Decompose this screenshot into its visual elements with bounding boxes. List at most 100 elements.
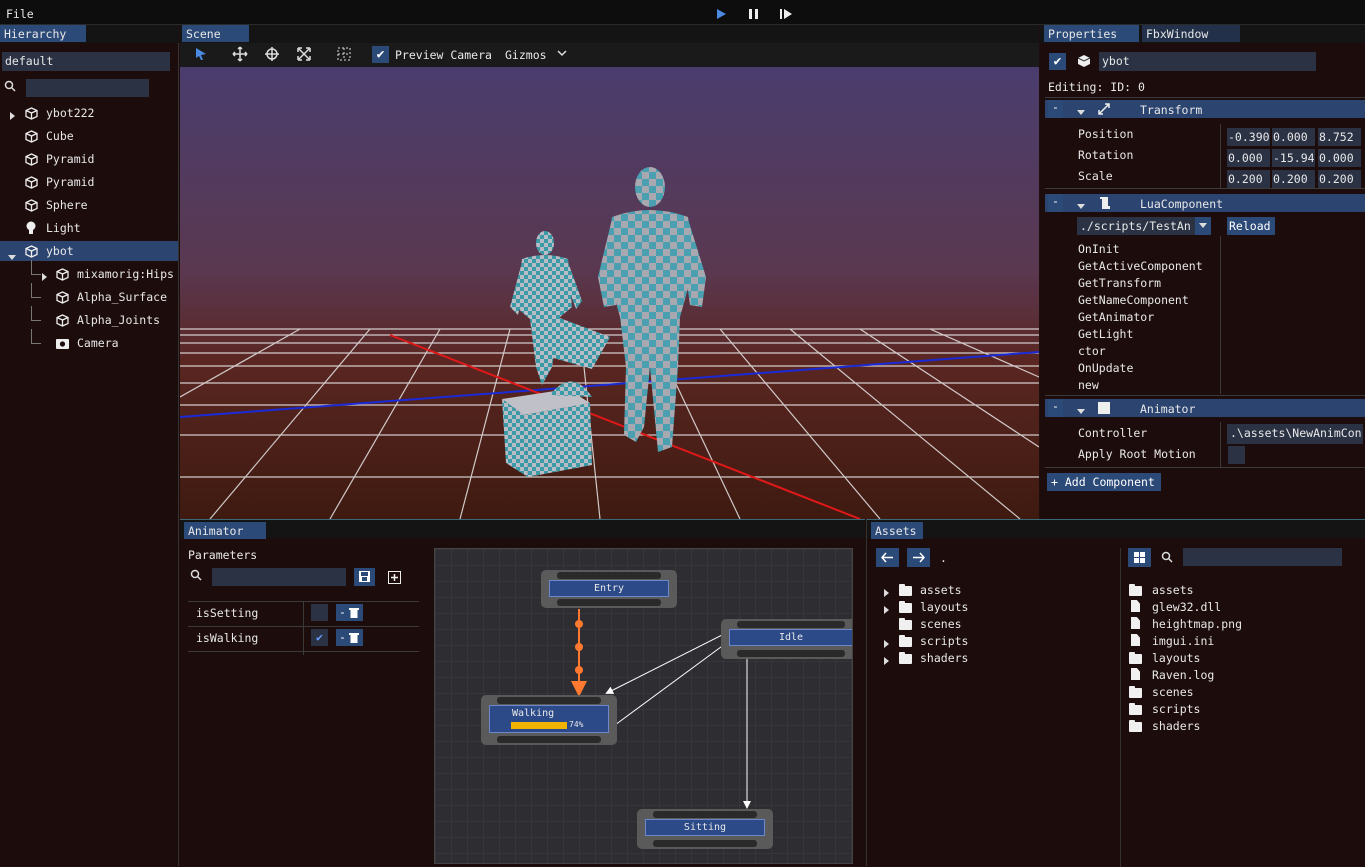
asset-tree-scenes[interactable]: scenes (881, 616, 1111, 632)
grid-view-icon[interactable] (1128, 548, 1151, 567)
scale-tool-icon[interactable] (296, 46, 312, 62)
transform-rotation-y[interactable]: -15.94 (1272, 149, 1315, 167)
chevron-down-icon[interactable] (557, 50, 567, 58)
object-active-checkbox[interactable]: ✔ (1049, 53, 1066, 70)
back-arrow-icon[interactable] (876, 548, 899, 567)
tab-hierarchy[interactable]: Hierarchy (0, 25, 86, 42)
tab-scene[interactable]: Scene (182, 25, 249, 42)
hierarchy-item-light[interactable]: Light (0, 218, 178, 238)
transform-icon (1098, 103, 1110, 115)
preview-camera-checkbox[interactable]: ✔ (372, 46, 389, 63)
transform-header[interactable] (1045, 100, 1365, 118)
asset-file-raven-log[interactable]: Raven.log (1129, 667, 1349, 683)
collapse-caret-icon[interactable] (8, 249, 16, 263)
transform-position-y[interactable]: 0.000 (1272, 128, 1315, 146)
select-tool-icon[interactable] (194, 47, 208, 61)
scene-name-field[interactable]: default (2, 52, 170, 71)
hierarchy-child-alpha-surface[interactable]: Alpha_Surface (0, 283, 178, 307)
hierarchy-item-sphere[interactable]: Sphere (0, 195, 178, 215)
asset-file-shaders[interactable]: shaders (1129, 718, 1349, 734)
expand-caret-icon[interactable] (884, 603, 889, 617)
controller-field[interactable]: .\assets\NewAnimCon (1227, 424, 1363, 444)
hierarchy-item-pyramid[interactable]: Pyramid (0, 172, 178, 192)
hierarchy-child-mixamorig-hips[interactable]: mixamorig:Hips (0, 260, 178, 284)
entry-node[interactable]: Entry (541, 570, 677, 608)
tab-properties[interactable]: Properties (1044, 25, 1139, 42)
asset-file-glew32-dll[interactable]: glew32.dll (1129, 599, 1349, 615)
transform-collapse-button[interactable]: - (1048, 100, 1063, 118)
hierarchy-child-alpha-joints[interactable]: Alpha_Joints (0, 306, 178, 330)
asset-tree-layouts[interactable]: layouts (881, 599, 1111, 615)
expand-caret-icon[interactable] (42, 270, 47, 284)
transform-scale-x[interactable]: 0.200 (1227, 170, 1270, 188)
animator-collapse-button[interactable]: - (1048, 399, 1063, 417)
save-icon[interactable] (354, 568, 375, 586)
expand-caret-icon[interactable] (884, 586, 889, 600)
pause-icon[interactable] (749, 9, 752, 19)
lua-collapse-button[interactable]: - (1048, 194, 1063, 212)
add-parameter-icon[interactable] (388, 571, 401, 584)
transform-position-z[interactable]: 8.752 (1318, 128, 1361, 146)
root-motion-checkbox[interactable] (1228, 446, 1245, 464)
folder-icon (899, 618, 912, 633)
param-iswalking-checkbox[interactable]: ✔ (311, 629, 328, 646)
param-issetting-checkbox[interactable] (311, 604, 328, 621)
asset-file-heightmap-png[interactable]: heightmap.png (1129, 616, 1349, 632)
controller-label: Controller (1078, 426, 1148, 440)
hierarchy-item-pyramid[interactable]: Pyramid (0, 149, 178, 169)
menu-bar: File (0, 0, 1365, 25)
lua-script-dropdown[interactable] (1195, 217, 1211, 235)
expand-caret-icon[interactable] (884, 637, 889, 651)
forward-arrow-icon[interactable] (907, 548, 930, 567)
sitting-node[interactable]: Sitting (637, 809, 773, 849)
asset-file-imgui-ini[interactable]: imgui.ini (1129, 633, 1349, 649)
hierarchy-item-cube[interactable]: Cube (0, 126, 178, 146)
transform-rotation-z[interactable]: 0.000 (1318, 149, 1361, 167)
walking-node[interactable]: Walking 74% (481, 695, 617, 745)
expand-caret-icon[interactable] (884, 654, 889, 668)
transform-rotation-x[interactable]: 0.000 (1227, 149, 1270, 167)
assets-panel: Assets . assets layouts scenes scripts shade… (866, 519, 1365, 867)
animator-expand-icon[interactable] (1077, 403, 1085, 417)
param-issetting-delete-button[interactable]: - (336, 604, 363, 621)
expand-caret-icon[interactable] (10, 109, 15, 123)
lua-function-getactivecomponent: GetActiveComponent (1078, 259, 1203, 273)
transform-scale-y[interactable]: 0.200 (1272, 170, 1315, 188)
reload-button[interactable]: Reload (1227, 217, 1275, 235)
hierarchy-search-input[interactable] (26, 79, 149, 97)
asset-file-layouts[interactable]: layouts (1129, 650, 1349, 666)
asset-file-scenes[interactable]: scenes (1129, 684, 1349, 700)
transform-scale-z[interactable]: 0.200 (1318, 170, 1361, 188)
play-icon[interactable] (717, 9, 726, 19)
asset-tree-scripts[interactable]: scripts (881, 633, 1111, 649)
move-tool-icon[interactable] (232, 46, 248, 62)
hierarchy-item-ybot222[interactable]: ybot222 (0, 103, 178, 123)
asset-tree-assets[interactable]: assets (881, 582, 1111, 598)
param-iswalking-delete-button[interactable]: - (336, 629, 363, 646)
scene-viewport[interactable] (180, 67, 1039, 519)
lua-expand-icon[interactable] (1077, 198, 1085, 212)
transform-position-x[interactable]: -0.390 (1227, 128, 1270, 146)
hierarchy-child-camera[interactable]: Camera (0, 329, 178, 353)
lua-script-select[interactable]: ./scripts/TestAn (1077, 217, 1195, 235)
assets-search-input[interactable] (1183, 548, 1342, 566)
step-icon[interactable] (780, 9, 782, 19)
asset-tree-shaders[interactable]: shaders (881, 650, 1111, 666)
transform-expand-icon[interactable] (1077, 104, 1085, 118)
idle-node[interactable]: Idle (721, 619, 852, 659)
rotate-tool-icon[interactable] (264, 46, 280, 62)
tab-assets[interactable]: Assets (871, 522, 923, 539)
parameter-search-input[interactable] (212, 568, 346, 586)
hierarchy-item-ybot[interactable]: ybot (0, 241, 178, 261)
asset-file-assets[interactable]: assets (1129, 582, 1349, 598)
object-name-field[interactable]: ybot (1099, 52, 1316, 71)
gizmos-dropdown[interactable]: Gizmos (505, 48, 547, 62)
file-menu[interactable]: File (6, 7, 34, 21)
animator-graph[interactable]: Entry Idle Walking 74% Sitting (434, 548, 853, 864)
grid-snap-icon[interactable] (336, 46, 352, 62)
animator-header[interactable] (1045, 399, 1365, 417)
tab-fbxwindow[interactable]: FbxWindow (1142, 25, 1240, 42)
tab-animator[interactable]: Animator (184, 522, 266, 539)
asset-file-scripts[interactable]: scripts (1129, 701, 1349, 717)
add-component-button[interactable]: + Add Component (1047, 473, 1161, 491)
